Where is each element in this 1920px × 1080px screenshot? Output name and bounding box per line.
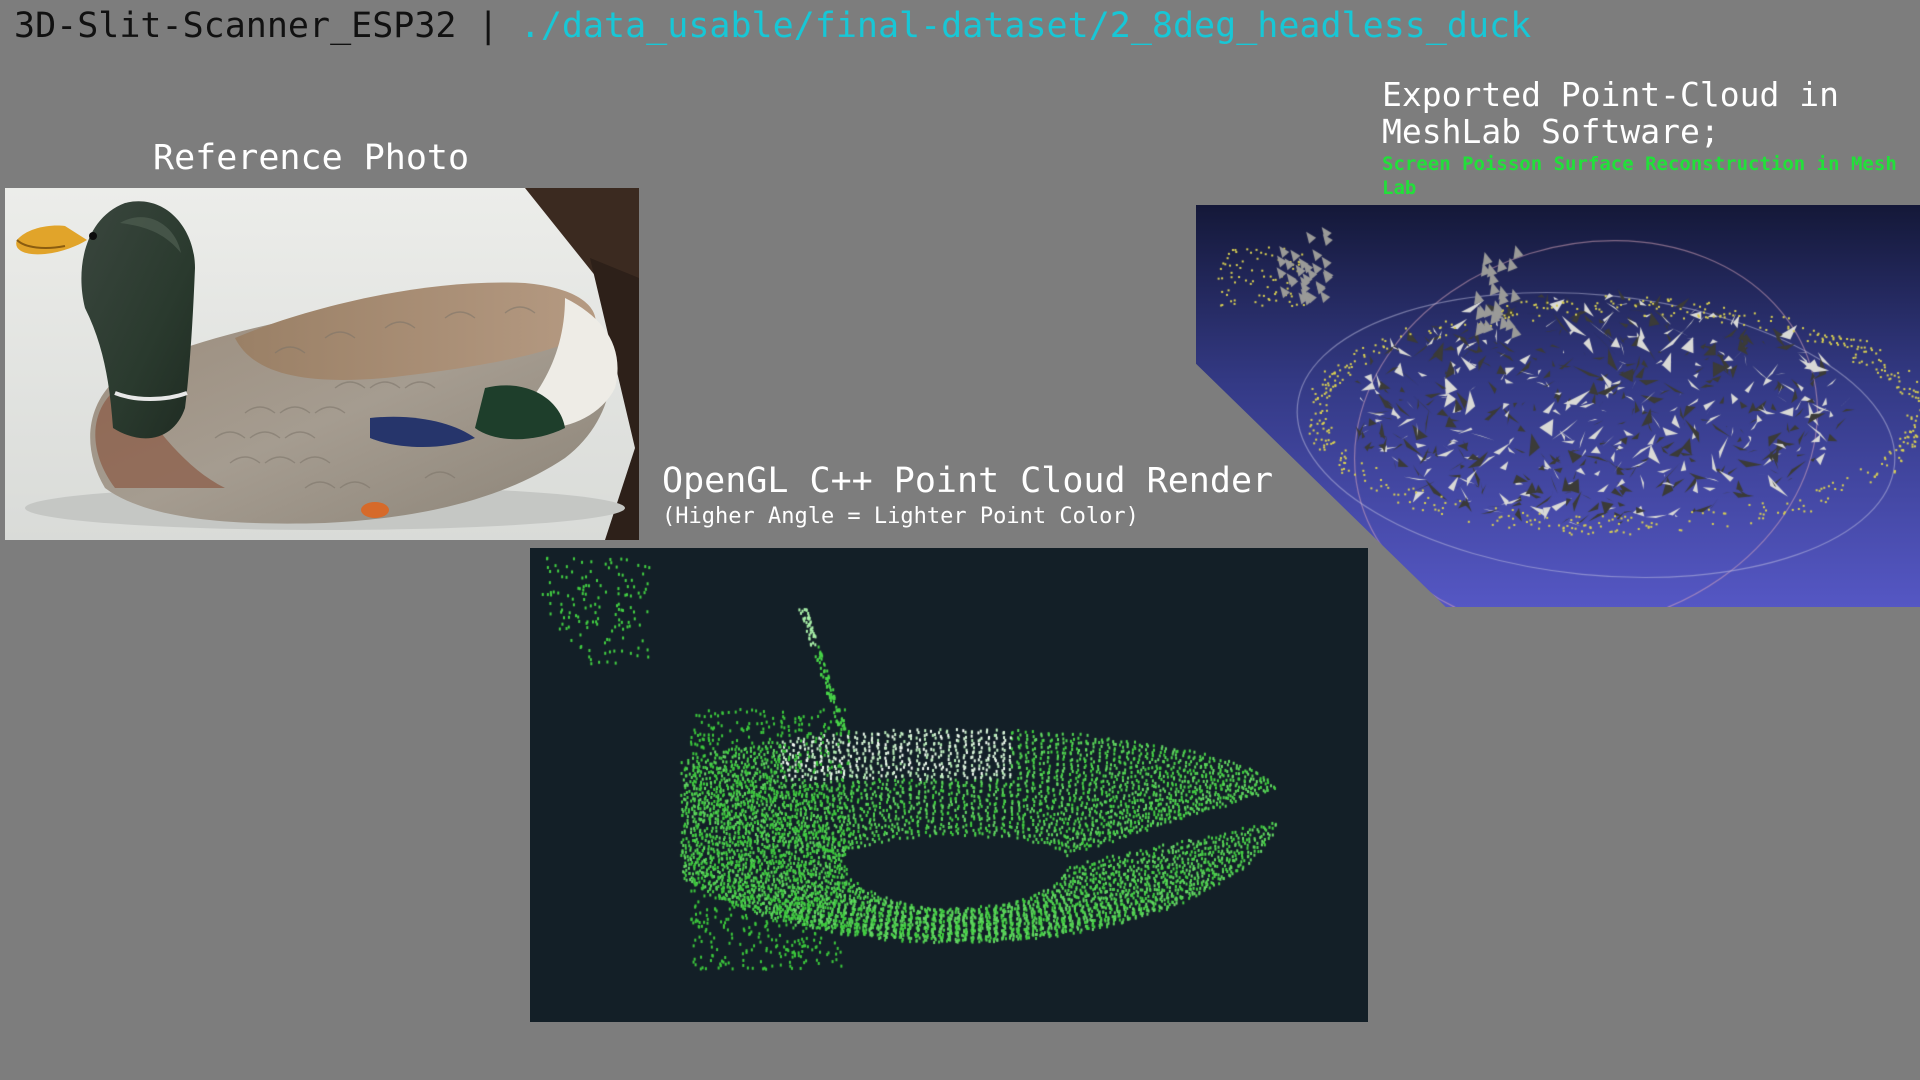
meshlab-subtitle: Screen Poisson Surface Reconstruction in… xyxy=(1382,153,1897,199)
meshlab-title: Exported Point-Cloud in MeshLab Software… xyxy=(1382,76,1839,150)
header-separator: | xyxy=(477,6,499,46)
meshlab-title-line1: Exported Point-Cloud in xyxy=(1382,75,1839,114)
opengl-render-subtitle: (Higher Angle = Lighter Point Color) xyxy=(662,504,1139,529)
dataset-path: ./data_usable/final-dataset/2_8deg_headl… xyxy=(519,6,1532,46)
project-name: 3D-Slit-Scanner_ESP32 xyxy=(14,6,457,46)
meshlab-title-line2: MeshLab Software; xyxy=(1382,112,1720,151)
reference-photo-title: Reference Photo xyxy=(153,138,470,178)
duck-decoy-image xyxy=(5,188,639,540)
opengl-point-cloud-render xyxy=(530,548,1368,1022)
meshlab-mesh-render xyxy=(1196,205,1920,607)
mesh-canvas xyxy=(1196,205,1920,607)
opengl-render-title: OpenGL C++ Point Cloud Render xyxy=(662,461,1274,501)
page-header: 3D-Slit-Scanner_ESP32 | ./data_usable/fi… xyxy=(14,4,1531,48)
point-cloud-canvas xyxy=(530,548,1368,1022)
reference-photo xyxy=(5,188,639,540)
